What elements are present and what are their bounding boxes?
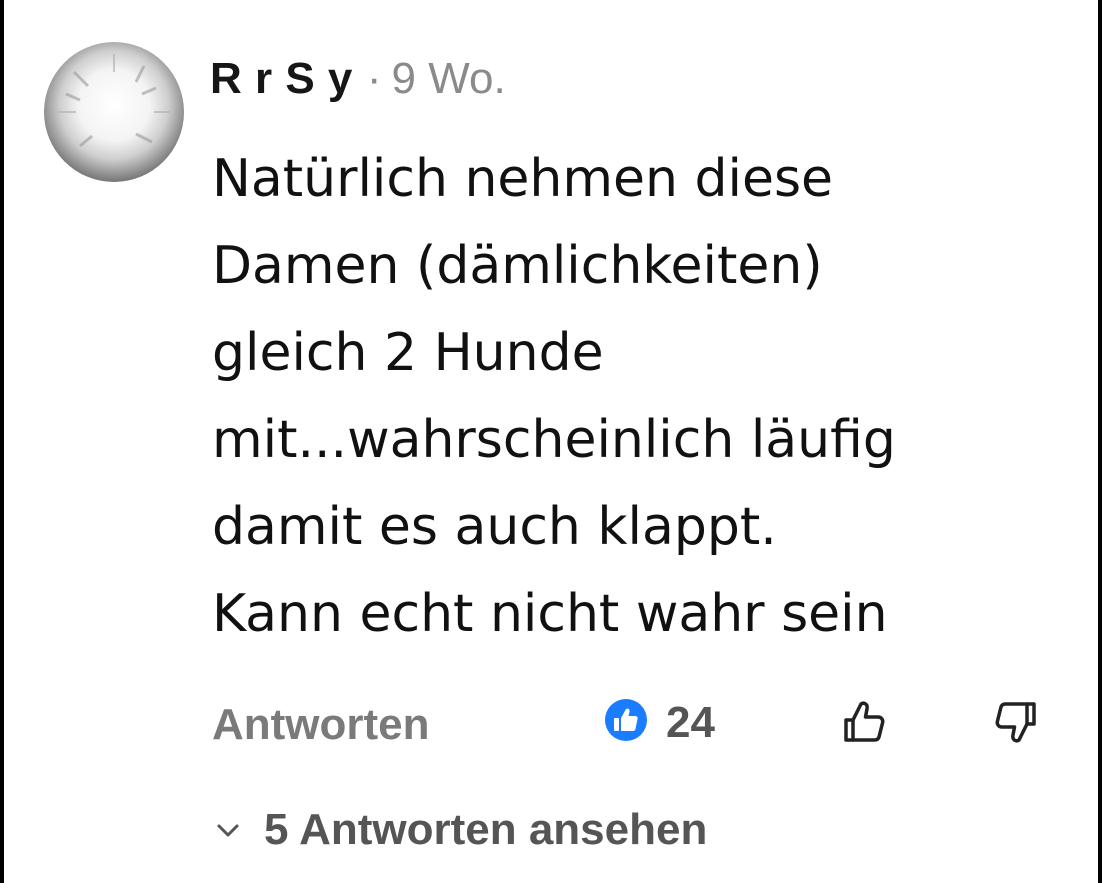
thumbs-up-outline-icon[interactable]	[838, 696, 890, 748]
author-name[interactable]: R r S y	[210, 54, 353, 104]
comment-line: Kann echt nicht wahr sein	[212, 584, 888, 644]
avatar-image	[58, 54, 170, 148]
comment-line: Damen (dämlichkeiten)	[212, 236, 823, 296]
like-count: 24	[666, 698, 715, 747]
thumbs-up-filled-icon	[605, 699, 647, 741]
comment-actions: Antworten 24	[212, 692, 1062, 762]
chevron-down-icon	[217, 824, 239, 837]
comment-timestamp: 9 Wo.	[391, 54, 506, 103]
reply-button[interactable]: Antworten	[212, 700, 430, 750]
meta-separator: ·	[366, 54, 382, 103]
comment-line: gleich 2 Hunde	[212, 323, 604, 383]
view-replies-button[interactable]: 5 Antworten ansehen	[214, 800, 707, 860]
comment-card: R r S y · 9 Wo. Natürlich nehmen diese D…	[4, 0, 1098, 883]
avatar[interactable]	[44, 42, 184, 182]
comment-line: mit...wahrscheinlich läufig	[212, 410, 896, 470]
comment-header: R r S y · 9 Wo.	[210, 54, 506, 110]
thumbs-down-outline-icon[interactable]	[990, 696, 1042, 748]
comment-line: damit es auch klappt.	[212, 497, 777, 557]
view-replies-label: 5 Antworten ansehen	[264, 805, 708, 854]
comment-text: Natürlich nehmen diese Damen (dämlichkei…	[212, 136, 1082, 658]
comment-line: Natürlich nehmen diese	[212, 149, 834, 209]
